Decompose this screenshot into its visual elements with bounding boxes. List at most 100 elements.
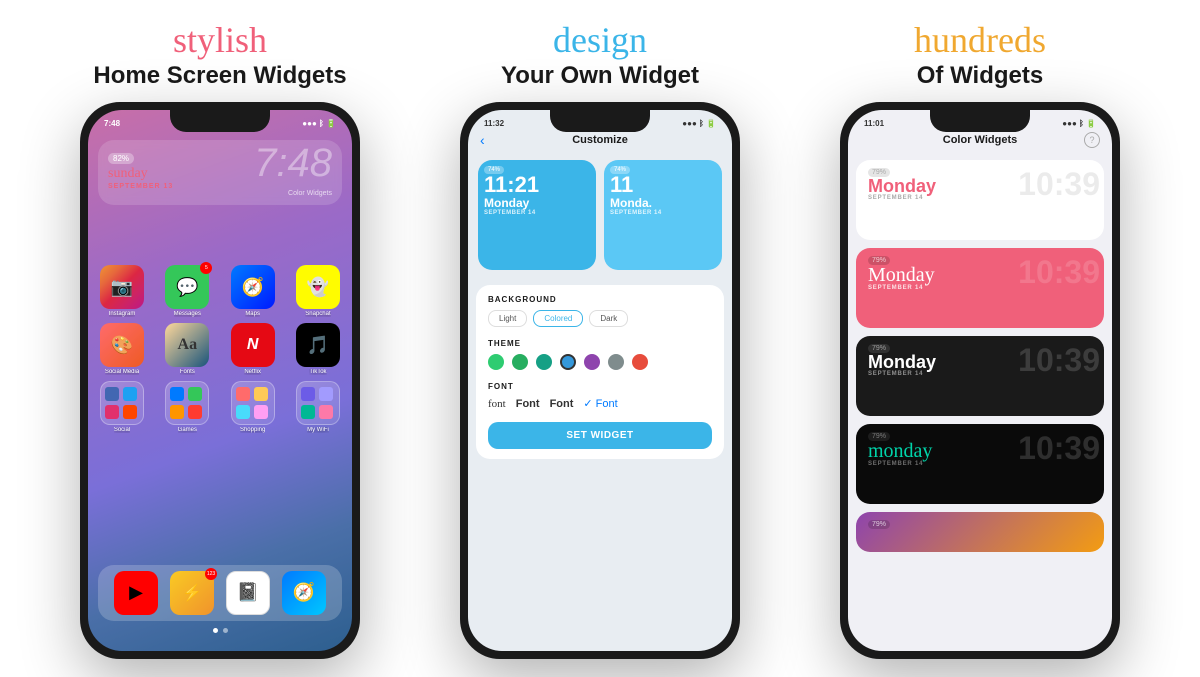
theme-dot-teal[interactable] (536, 354, 552, 370)
font-option-serif[interactable]: font (488, 398, 506, 410)
messages-icon: 💬 5 (165, 265, 209, 309)
page-dots (88, 628, 352, 633)
app-tiktok[interactable]: 🎵 TikTok (292, 323, 344, 375)
app-shopping[interactable]: Shopping (227, 381, 279, 433)
font-section-label: FONT (488, 382, 712, 391)
app-social[interactable]: Social (96, 381, 148, 433)
maps-label: Maps (245, 311, 260, 317)
app-row-2: 🎨 Social Media Aa Fonts N Netflix 🎵 (96, 323, 344, 375)
phone-3-screen: 11:01 ●●● ᛒ 🔋 Color Widgets ? 10:39 79% … (848, 110, 1112, 650)
fonts-icon: Aa (165, 323, 209, 367)
home-widget: 82% sunday SEPTEMBER 13 7:48 Color Widge… (98, 140, 342, 205)
panel-3-styled-word: hundreds (914, 20, 1046, 60)
app-fonts[interactable]: Aa Fonts (161, 323, 213, 375)
panel-1: stylish Home Screen Widgets 7:48 ●●● ᛒ 🔋… (40, 19, 400, 659)
app-socialmedia[interactable]: 🎨 Social Media (96, 323, 148, 375)
colorwidgets-title: Color Widgets (848, 134, 1112, 146)
app-games[interactable]: Games (161, 381, 213, 433)
page-dot-1 (213, 628, 218, 633)
theme-dot-red[interactable] (632, 354, 648, 370)
snapchat-icon: 👻 (296, 265, 340, 309)
app-grid: 📷 Instagram 💬 5 Messages 🧭 (96, 265, 344, 439)
preview2-time: 11 (610, 174, 716, 196)
panel-3-heading: hundreds Of Widgets (914, 19, 1046, 91)
shortcuts-badge: 123 (205, 568, 217, 580)
panel-2-bold-line: Your Own Widget (501, 62, 699, 91)
background-section-label: BACKGROUND (488, 295, 712, 304)
theme-dot-darkgreen[interactable] (512, 354, 528, 370)
theme-color-dots (488, 354, 712, 370)
dock-shortcuts[interactable]: ⚡ 123 (166, 571, 218, 615)
phone-3-mockup: 11:01 ●●● ᛒ 🔋 Color Widgets ? 10:39 79% … (840, 102, 1120, 658)
tiktok-icon: 🎵 (296, 323, 340, 367)
games-label: Games (178, 427, 197, 433)
app-row-3: Social Games (96, 381, 344, 433)
netflix-icon: N (231, 323, 275, 367)
font-options: font Font Font ✓ Font (488, 397, 712, 410)
widget-time: 7:48 (254, 143, 332, 183)
set-widget-button[interactable]: SET WIDGET (488, 422, 712, 449)
font-option-black[interactable]: Font (550, 398, 574, 410)
panel-2: design Your Own Widget 11:32 ●●● ᛒ 🔋 ‹ C… (420, 19, 780, 659)
theme-dot-purple[interactable] (584, 354, 600, 370)
app-messages[interactable]: 💬 5 Messages (161, 265, 213, 317)
theme-dot-blue[interactable] (560, 354, 576, 370)
phone-1-mockup: 7:48 ●●● ᛒ 🔋 82% sunday SEPTEMBER 13 7:4… (80, 102, 360, 658)
bg-option-dark[interactable]: Dark (589, 310, 628, 327)
theme-section-label: THEME (488, 339, 712, 348)
mywifi-folder-icon (296, 381, 340, 425)
app-snapchat[interactable]: 👻 Snapchat (292, 265, 344, 317)
phone-3-time: 11:01 (864, 119, 884, 128)
safari-icon: 🧭 (282, 571, 326, 615)
widget-card-dark: 10:39 79% Monday SEPTEMBER 14 (856, 336, 1104, 416)
instagram-label: Instagram (109, 311, 136, 317)
widget-card-pink: 10:39 79% Monday SEPTEMBER 14 (856, 248, 1104, 328)
maps-icon: 🧭 (231, 265, 275, 309)
font-option-bold[interactable]: Font (516, 398, 540, 410)
messages-label: Messages (174, 311, 201, 317)
fonts-label: Fonts (180, 369, 195, 375)
widget-day: sunday (108, 166, 173, 183)
widget-4-time-bg: 10:39 (1018, 432, 1100, 464)
youtube-icon: ▶ (114, 571, 158, 615)
main-container: stylish Home Screen Widgets 7:48 ●●● ᛒ 🔋… (0, 0, 1200, 677)
dock-safari[interactable]: 🧭 (278, 571, 330, 615)
netflix-label: Netflix (244, 369, 261, 375)
panel-2-heading: design Your Own Widget (501, 19, 699, 91)
preview1-time: 11:21 (484, 174, 590, 196)
dock: ▶ ⚡ 123 📓 🧭 (98, 565, 342, 621)
shortcuts-icon: ⚡ 123 (170, 571, 214, 615)
widget-battery: 82% (108, 153, 134, 164)
app-maps[interactable]: 🧭 Maps (227, 265, 279, 317)
widget-label: Color Widgets (108, 190, 332, 197)
phone-2-notch (550, 110, 650, 132)
panel-1-styled-word: stylish (173, 20, 267, 60)
tiktok-label: TikTok (309, 369, 326, 375)
widget-preview-1: 74% 11:21 Monday SEPTEMBER 14 (478, 160, 596, 270)
dock-notion[interactable]: 📓 (222, 571, 274, 615)
phone-2-signal: ●●● ᛒ 🔋 (682, 119, 716, 128)
app-netflix[interactable]: N Netflix (227, 323, 279, 375)
phone-3-signal: ●●● ᛒ 🔋 (1062, 119, 1096, 128)
phone-3-notch (930, 110, 1030, 132)
messages-badge: 5 (200, 262, 212, 274)
font-option-selected[interactable]: ✓ Font (583, 397, 617, 410)
app-mywifi[interactable]: My WiFi (292, 381, 344, 433)
app-instagram[interactable]: 📷 Instagram (96, 265, 148, 317)
widget-date: SEPTEMBER 13 (108, 183, 173, 190)
notion-icon: 📓 (226, 571, 270, 615)
customize-header-title: Customize (468, 134, 732, 146)
phone-2-screen: 11:32 ●●● ᛒ 🔋 ‹ Customize 74% 11:21 Mond… (468, 110, 732, 650)
dock-youtube[interactable]: ▶ (110, 571, 162, 615)
preview1-date: SEPTEMBER 14 (484, 210, 590, 216)
bg-option-light[interactable]: Light (488, 310, 527, 327)
social-label: Social (114, 427, 130, 433)
widget-list: 10:39 79% Monday SEPTEMBER 14 10:39 79% … (856, 160, 1104, 552)
theme-dot-green[interactable] (488, 354, 504, 370)
socialmedia-label: Social Media (105, 369, 139, 375)
games-folder-icon (165, 381, 209, 425)
shopping-folder-icon (231, 381, 275, 425)
bg-option-colored[interactable]: Colored (533, 310, 583, 327)
theme-dot-gray[interactable] (608, 354, 624, 370)
mywifi-label: My WiFi (307, 427, 329, 433)
